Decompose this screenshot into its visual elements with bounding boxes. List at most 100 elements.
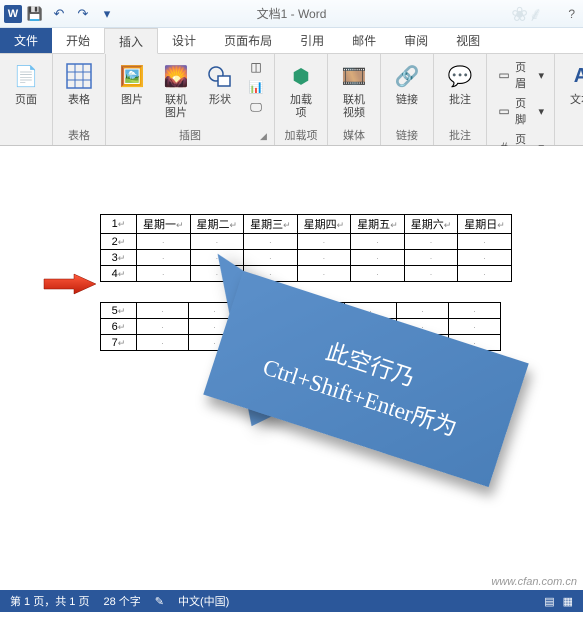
table-cell[interactable] [449,335,501,351]
table-cell[interactable] [137,319,189,335]
document-table[interactable]: 1 星期一 星期二 星期三 星期四 星期五 星期六 星期日 2 3 4 [100,214,512,282]
comment-button[interactable]: 💬 批注 [440,58,480,109]
tab-home[interactable]: 开始 [52,28,104,53]
table-cell[interactable] [351,266,405,282]
table-cell[interactable] [244,266,298,282]
table-cell[interactable] [345,335,397,351]
tab-view[interactable]: 视图 [442,28,494,53]
table-header[interactable]: 星期六 [404,215,458,234]
table-cell[interactable] [404,234,458,250]
table-cell[interactable] [190,250,244,266]
row-num[interactable]: 2 [101,234,137,250]
status-language[interactable]: 中文(中国) [178,593,229,609]
help-icon[interactable]: ? [568,7,575,21]
table-cell[interactable] [189,303,241,319]
row-num[interactable]: 5 [101,303,137,319]
table-cell[interactable] [241,335,293,351]
table-row[interactable]: 7 [101,335,501,351]
document-table[interactable]: 5 6 7 [100,302,501,351]
row-num[interactable]: 4 [101,266,137,282]
qat-customize-icon[interactable]: ▾ [96,3,118,25]
table-cell[interactable] [244,234,298,250]
tab-references[interactable]: 引用 [286,28,338,53]
cover-page-button[interactable]: 📄 页面 [6,58,46,109]
redo-icon[interactable]: ↷ [72,3,94,25]
table-cell[interactable] [241,303,293,319]
table-row[interactable]: 5 [101,303,501,319]
table-cell[interactable] [297,234,351,250]
table-row[interactable]: 2 [101,234,512,250]
addins-button[interactable]: ⬢ 加载 项 [281,58,321,122]
table-cell[interactable] [293,335,345,351]
table-cell[interactable] [345,303,397,319]
table-cell[interactable] [345,319,397,335]
tab-review[interactable]: 审阅 [390,28,442,53]
shapes-button[interactable]: 形状 [200,58,240,109]
table-cell[interactable] [458,266,512,282]
undo-icon[interactable]: ↶ [48,3,70,25]
online-picture-button[interactable]: 🌄 联机图片 [156,58,196,122]
table-row[interactable]: 3 [101,250,512,266]
dialog-launcher-icon[interactable]: ◢ [260,131,272,143]
smartart-button[interactable]: ◫ [244,58,268,76]
row-num[interactable]: 3 [101,250,137,266]
table-header[interactable]: 星期五 [351,215,405,234]
table-cell[interactable] [458,234,512,250]
tab-page-layout[interactable]: 页面布局 [210,28,286,53]
table-cell[interactable] [137,250,191,266]
table-cell[interactable] [297,266,351,282]
table-cell[interactable] [351,250,405,266]
table-cell[interactable] [137,266,191,282]
table-cell[interactable] [397,335,449,351]
table-cell[interactable] [293,319,345,335]
footer-button[interactable]: ▭页脚 ▾ [493,94,548,128]
table-cell[interactable] [397,319,449,335]
table-cell[interactable] [137,234,191,250]
online-video-button[interactable]: 🎞️ 联机视频 [334,58,374,122]
row-num[interactable]: 6 [101,319,137,335]
status-proofing-icon[interactable]: ✎ [155,595,164,608]
table-cell[interactable] [241,319,293,335]
table-header[interactable]: 星期三 [244,215,298,234]
status-wordcount[interactable]: 28 个字 [103,593,140,609]
picture-button[interactable]: 🖼️ 图片 [112,58,152,109]
table-cell[interactable] [137,303,189,319]
table-cell[interactable] [244,250,298,266]
tab-mailings[interactable]: 邮件 [338,28,390,53]
table-cell[interactable] [449,319,501,335]
tab-insert[interactable]: 插入 [104,28,158,54]
table-cell[interactable] [189,335,241,351]
row-num[interactable]: 7 [101,335,137,351]
document-canvas[interactable]: 1 星期一 星期二 星期三 星期四 星期五 星期六 星期日 2 3 4 5 6 … [0,146,583,590]
table-cell[interactable] [458,250,512,266]
table-row[interactable]: 6 [101,319,501,335]
table-cell[interactable] [190,266,244,282]
textbox-button[interactable]: A 文本 [561,58,583,109]
tab-file[interactable]: 文件 [0,28,52,53]
table-cell[interactable] [297,250,351,266]
table-button[interactable]: 表格 [59,58,99,109]
table-cell[interactable] [404,266,458,282]
table-cell[interactable] [351,234,405,250]
tab-design[interactable]: 设计 [158,28,210,53]
table-header[interactable]: 星期二 [190,215,244,234]
status-page[interactable]: 第 1 页，共 1 页 [10,593,89,609]
table-header[interactable]: 星期四 [297,215,351,234]
table-cell[interactable] [397,303,449,319]
screenshot-button[interactable]: 🖵 [244,98,268,116]
table-cell[interactable] [190,234,244,250]
table-cell[interactable] [293,303,345,319]
view-print-layout-icon[interactable]: ▤ [544,595,554,608]
empty-line-break[interactable] [100,282,583,302]
hyperlink-button[interactable]: 🔗 链接 [387,58,427,109]
table-header[interactable]: 星期一 [137,215,191,234]
chart-button[interactable]: 📊 [244,78,268,96]
table-header[interactable]: 星期日 [458,215,512,234]
table-cell[interactable] [189,319,241,335]
table-cell[interactable] [449,303,501,319]
view-read-mode-icon[interactable]: ▦ [563,595,573,608]
table-row[interactable]: 1 星期一 星期二 星期三 星期四 星期五 星期六 星期日 [101,215,512,234]
row-num[interactable]: 1 [101,215,137,234]
table-cell[interactable] [404,250,458,266]
table-row[interactable]: 4 [101,266,512,282]
